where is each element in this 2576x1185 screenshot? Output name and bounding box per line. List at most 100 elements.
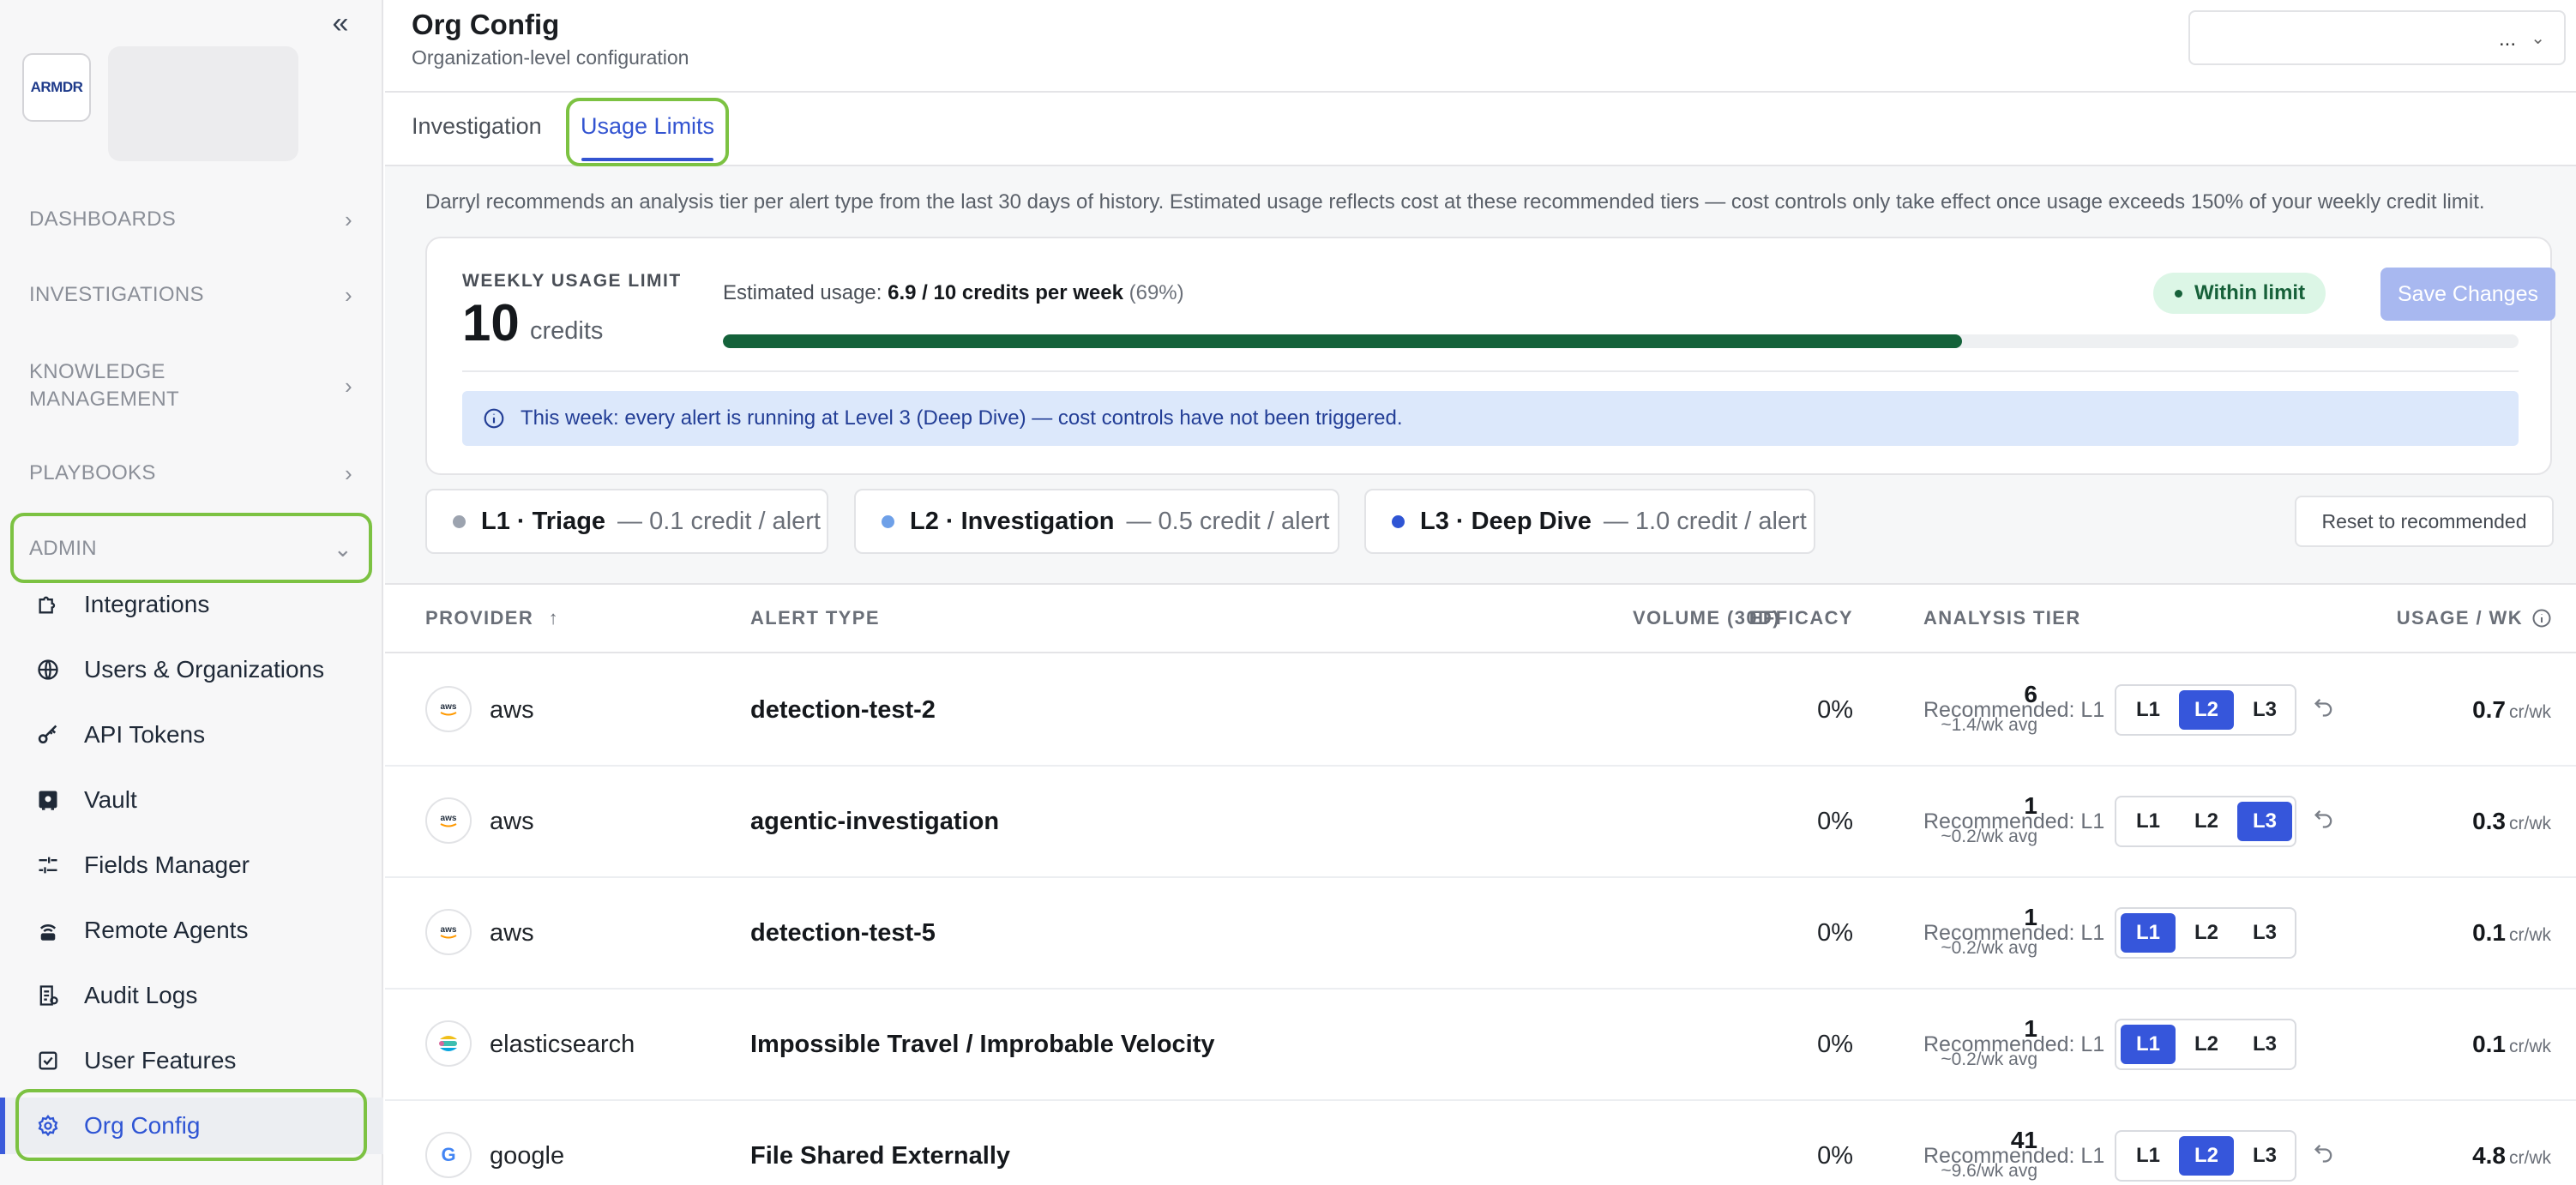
tier-option-l2[interactable]: L2 (2179, 1136, 2234, 1176)
aws-logo-icon: aws (425, 686, 472, 732)
column-header-efficacy: EFFICACY (1748, 607, 1853, 629)
weekly-limit-value[interactable]: 10 (462, 293, 520, 352)
usage-per-week: 0.1 cr/wk (2472, 919, 2551, 947)
tier-option-l3[interactable]: L3 (2237, 690, 2292, 730)
tier-option-l2[interactable]: L2 (2179, 802, 2234, 841)
svg-text:aws: aws (441, 925, 457, 935)
tier-dot-l1 (453, 514, 466, 528)
tab-usage-limits[interactable]: Usage Limits (581, 113, 714, 140)
weekly-limit-unit: credits (530, 317, 604, 345)
estimated-usage-percent: (69%) (1129, 281, 1184, 304)
sidebar-item-label: Audit Logs (84, 982, 198, 1008)
nav-section-admin[interactable]: ADMIN ⌄ (0, 523, 383, 574)
tier-option-l3[interactable]: L3 (2237, 1025, 2292, 1064)
sidebar-item-org-config[interactable]: Org Config (0, 1098, 383, 1154)
usage-value: 0.1 (2472, 1031, 2506, 1057)
tier-selector: L1 L2 L3 (2115, 907, 2296, 959)
nav-section-dashboards[interactable]: DASHBOARDS › (0, 194, 383, 245)
elasticsearch-logo-icon (425, 1020, 472, 1067)
tier-option-l1[interactable]: L1 (2121, 1136, 2176, 1176)
usage-unit: cr/wk (2509, 925, 2551, 945)
tier-legend-l2: L2 · Investigation — 0.5 credit / alert (854, 489, 1339, 554)
save-changes-button[interactable]: Save Changes (2380, 268, 2555, 321)
chevron-down-icon: ⌄ (2531, 29, 2545, 48)
column-header-provider[interactable]: PROVIDER ↑ (425, 607, 559, 629)
log-icon (36, 983, 60, 1008)
usage-value: 0.7 (2472, 696, 2506, 723)
sidebar-item-user-features[interactable]: User Features (0, 1032, 383, 1089)
tier-option-l1[interactable]: L1 (2121, 913, 2176, 953)
info-banner-text: This week: every alert is running at Lev… (521, 406, 1403, 430)
recommended-tier: Recommended: L1 (1923, 921, 2105, 945)
svg-text:G: G (441, 1144, 455, 1165)
svg-text:aws: aws (441, 702, 457, 712)
checkbox-icon (36, 1049, 60, 1073)
tier-option-l2[interactable]: L2 (2179, 913, 2234, 953)
tier-option-l1[interactable]: L1 (2121, 1025, 2176, 1064)
table-row: aws aws agentic-investigation 1 ~0.2/wk … (385, 767, 2576, 878)
nav-section-label: ADMIN (29, 537, 97, 560)
usage-per-week: 0.3 cr/wk (2472, 808, 2551, 835)
page-subtitle: Organization-level configuration (412, 46, 689, 69)
tier-option-l3[interactable]: L3 (2237, 802, 2292, 841)
column-header-label: PROVIDER (425, 607, 534, 629)
sidebar-item-users-organizations[interactable]: Users & Organizations (0, 641, 383, 698)
sidebar-item-integrations[interactable]: Integrations (0, 576, 383, 633)
divider (462, 370, 2519, 372)
efficacy-value: 0% (1817, 808, 1853, 835)
sidebar-item-vault[interactable]: Vault (0, 772, 383, 828)
estimated-usage-value: 6.9 / 10 credits per week (888, 281, 1123, 304)
nav-section-label: PLAYBOOKS (29, 461, 156, 484)
sidebar-item-fields-manager[interactable]: Fields Manager (0, 837, 383, 893)
usage-unit: cr/wk (2509, 814, 2551, 833)
org-selector[interactable]: ... ⌄ (2188, 10, 2566, 65)
tier-dot-l3 (1392, 514, 1405, 528)
sidebar-item-api-tokens[interactable]: API Tokens (0, 707, 383, 763)
tier-option-l1[interactable]: L1 (2121, 690, 2176, 730)
info-icon[interactable] (2531, 608, 2552, 629)
recommended-tier: Recommended: L1 (1923, 809, 2105, 833)
tier-option-l2[interactable]: L2 (2179, 1025, 2234, 1064)
nav-section-playbooks[interactable]: PLAYBOOKS › (0, 448, 383, 499)
tab-bar: Investigation Usage Limits (385, 93, 2576, 166)
undo-icon[interactable] (2312, 1140, 2339, 1168)
sidebar-item-audit-logs[interactable]: Audit Logs (0, 967, 383, 1024)
undo-icon[interactable] (2312, 695, 2339, 722)
tier-selector: L1 L2 L3 (2115, 1019, 2296, 1070)
usage-per-week: 4.8 cr/wk (2472, 1142, 2551, 1170)
sidebar-item-remote-agents[interactable]: Remote Agents (0, 902, 383, 959)
gear-icon (36, 1114, 60, 1138)
tier-option-l1[interactable]: L1 (2121, 802, 2176, 841)
usage-per-week: 0.1 cr/wk (2472, 1031, 2551, 1058)
info-banner: This week: every alert is running at Lev… (462, 391, 2519, 446)
tier-option-l2[interactable]: L2 (2179, 690, 2234, 730)
tier-selector: L1 L2 L3 (2115, 684, 2296, 736)
tier-selector: L1 L2 L3 (2115, 1130, 2296, 1182)
svg-text:aws: aws (441, 814, 457, 823)
weekly-limit-card: WEEKLY USAGE LIMIT 10 credits Estimated … (425, 237, 2555, 475)
table-row: aws aws detection-test-2 6 ~1.4/wk avg 0… (385, 655, 2576, 767)
undo-icon[interactable] (2312, 806, 2339, 833)
column-header-alert-type: ALERT TYPE (750, 607, 880, 629)
usage-unit: cr/wk (2509, 702, 2551, 722)
sidebar-item-label: Vault (84, 786, 137, 813)
usage-description: Darryl recommends an analysis tier per a… (425, 190, 2485, 214)
usage-value: 4.8 (2472, 1142, 2506, 1169)
estimated-usage-label: Estimated usage: (723, 281, 882, 304)
chevron-down-icon: ⌄ (333, 535, 352, 562)
tier-option-l3[interactable]: L3 (2237, 1136, 2292, 1176)
nav-section-knowledge-management[interactable]: KNOWLEDGE MANAGEMENT › (0, 350, 383, 422)
aws-logo-icon: aws (425, 909, 472, 955)
efficacy-value: 0% (1817, 919, 1853, 947)
tab-investigation[interactable]: Investigation (412, 113, 542, 140)
provider-name: google (490, 1142, 565, 1170)
sidebar-item-label: Org Config (84, 1112, 201, 1139)
collapse-sidebar-icon[interactable]: « (326, 9, 355, 39)
tier-option-l3[interactable]: L3 (2237, 913, 2292, 953)
nav-section-label: INVESTIGATIONS (29, 283, 204, 306)
reset-to-recommended-button[interactable]: Reset to recommended (2295, 496, 2554, 547)
sidebar-item-label: Integrations (84, 591, 210, 617)
chevron-right-icon: › (345, 206, 352, 232)
provider-name: aws (490, 919, 534, 947)
nav-section-investigations[interactable]: INVESTIGATIONS › (0, 269, 383, 321)
